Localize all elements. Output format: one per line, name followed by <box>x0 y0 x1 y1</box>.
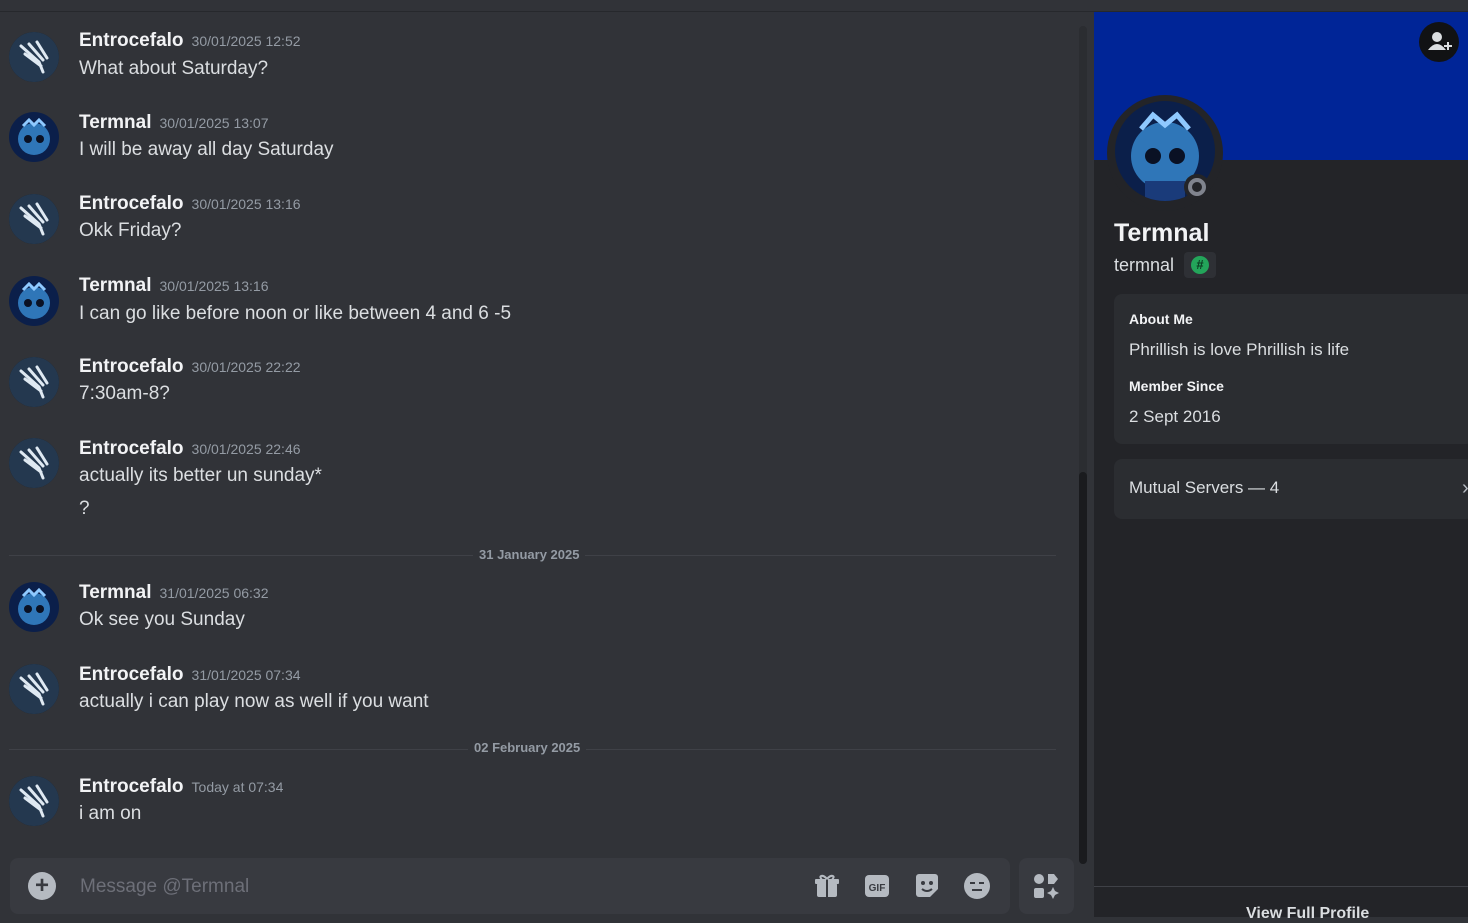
profile-username: termnal <box>1114 255 1175 275</box>
member-since-heading: Member Since <box>1129 378 1224 394</box>
message: Entrocefalo 31/01/2025 07:34 actually i c… <box>0 661 1060 731</box>
message-author[interactable]: Entrocefalo Today at 07:34 <box>79 776 283 798</box>
hashtag-badge-icon: # <box>1191 256 1209 274</box>
message-author[interactable]: Termnal 31/01/2025 06:32 <box>79 582 269 604</box>
apps-icon <box>1034 874 1059 899</box>
chat-area: Entrocefalo 30/01/2025 12:52 What about S… <box>0 12 1094 917</box>
apps-button[interactable] <box>1019 858 1074 914</box>
message-text: i am on <box>79 803 142 824</box>
message-timestamp: Today at 07:34 <box>191 779 284 795</box>
add-friend-icon <box>1428 32 1452 50</box>
message-timestamp: 30/01/2025 13:07 <box>159 115 269 131</box>
chevron-right-icon: › <box>1462 477 1468 500</box>
message-author[interactable]: Entrocefalo 30/01/2025 12:52 <box>79 30 301 52</box>
message-text: I will be away all day Saturday <box>79 139 334 160</box>
message-text: I can go like before noon or like betwee… <box>79 303 512 324</box>
message-text: actually its better un sunday* <box>79 465 322 486</box>
message-author[interactable]: Entrocefalo 31/01/2025 07:34 <box>79 664 301 686</box>
message-composer: + GIF <box>10 858 1010 914</box>
date-divider-label: 31 January 2025 <box>473 547 586 562</box>
message-author[interactable]: Entrocefalo 30/01/2025 22:22 <box>79 356 301 378</box>
profile-badge[interactable]: # <box>1184 252 1216 278</box>
view-full-profile-link[interactable]: View Full Profile <box>1246 905 1369 923</box>
message: Termnal 30/01/2025 13:16 I can go like be… <box>0 272 1060 342</box>
message: Entrocefalo 30/01/2025 12:52 What about S… <box>0 28 1060 98</box>
about-card: About Me Phrillish is love Phrillish is … <box>1114 294 1468 444</box>
message: Entrocefalo 30/01/2025 13:16 Okk Friday? <box>0 191 1060 261</box>
message-timestamp: 30/01/2025 22:46 <box>191 441 301 457</box>
add-friend-button[interactable] <box>1419 22 1459 62</box>
message-author[interactable]: Termnal 30/01/2025 13:07 <box>79 112 269 134</box>
avatar-entrocefalo[interactable] <box>9 194 59 244</box>
avatar-termnal[interactable] <box>9 276 59 326</box>
message: Termnal 30/01/2025 13:07 I will be away a… <box>0 110 1060 180</box>
avatar-entrocefalo[interactable] <box>9 357 59 407</box>
message-text: ? <box>79 498 90 519</box>
date-divider-label: 02 February 2025 <box>468 740 587 755</box>
message-timestamp: 30/01/2025 13:16 <box>159 278 269 294</box>
message-text: 7:30am-8? <box>79 383 170 404</box>
message-text: actually i can play now as well if you w… <box>79 691 429 712</box>
profile-panel: Termnal termnal # About Me Phrillish is … <box>1094 12 1468 922</box>
message-timestamp: 30/01/2025 12:52 <box>191 33 301 49</box>
message-timestamp: 30/01/2025 13:16 <box>191 196 301 212</box>
offline-status-icon <box>1184 174 1210 200</box>
gift-icon[interactable] <box>812 871 842 901</box>
member-since-value: 2 Sept 2016 <box>1129 407 1221 426</box>
message: Entrocefalo 30/01/2025 22:46 actually its… <box>0 435 1060 535</box>
avatar-entrocefalo[interactable] <box>9 664 59 714</box>
mutual-servers-label: Mutual Servers — 4 <box>1129 478 1280 497</box>
scrollbar-thumb[interactable] <box>1079 472 1087 864</box>
avatar-termnal[interactable] <box>9 582 59 632</box>
about-heading: About Me <box>1129 311 1193 327</box>
sticker-icon[interactable] <box>912 871 942 901</box>
about-text: Phrillish is love Phrillish is life <box>1129 340 1350 359</box>
message: Entrocefalo 30/01/2025 22:22 7:30am-8? <box>0 353 1060 423</box>
message-author[interactable]: Entrocefalo 30/01/2025 13:16 <box>79 193 301 215</box>
avatar-entrocefalo[interactable] <box>9 32 59 82</box>
svg-text:GIF: GIF <box>869 883 886 894</box>
message: Entrocefalo Today at 07:34 i am on <box>0 773 1060 843</box>
message-author[interactable]: Termnal 30/01/2025 13:16 <box>79 275 269 297</box>
message-text: Ok see you Sunday <box>79 609 245 630</box>
message-author[interactable]: Entrocefalo 30/01/2025 22:46 <box>79 438 301 460</box>
emoji-icon[interactable] <box>962 871 992 901</box>
message-text: Okk Friday? <box>79 220 182 241</box>
avatar-entrocefalo[interactable] <box>9 438 59 488</box>
add-attachment-icon[interactable]: + <box>28 872 56 900</box>
message: Termnal 31/01/2025 06:32 Ok see you Sunda… <box>0 579 1060 649</box>
panel-footer: View Full Profile <box>1094 886 1468 922</box>
mutual-servers-button[interactable]: Mutual Servers — 4 › <box>1114 459 1468 519</box>
avatar-termnal[interactable] <box>9 112 59 162</box>
top-border <box>0 0 1468 12</box>
message-input[interactable] <box>78 870 782 904</box>
avatar-entrocefalo[interactable] <box>9 776 59 826</box>
message-timestamp: 31/01/2025 06:32 <box>159 585 269 601</box>
message-timestamp: 31/01/2025 07:34 <box>191 667 301 683</box>
message-text: What about Saturday? <box>79 58 269 79</box>
profile-display-name: Termnal <box>1114 219 1210 247</box>
message-timestamp: 30/01/2025 22:22 <box>191 359 301 375</box>
gif-icon[interactable]: GIF <box>862 871 892 901</box>
